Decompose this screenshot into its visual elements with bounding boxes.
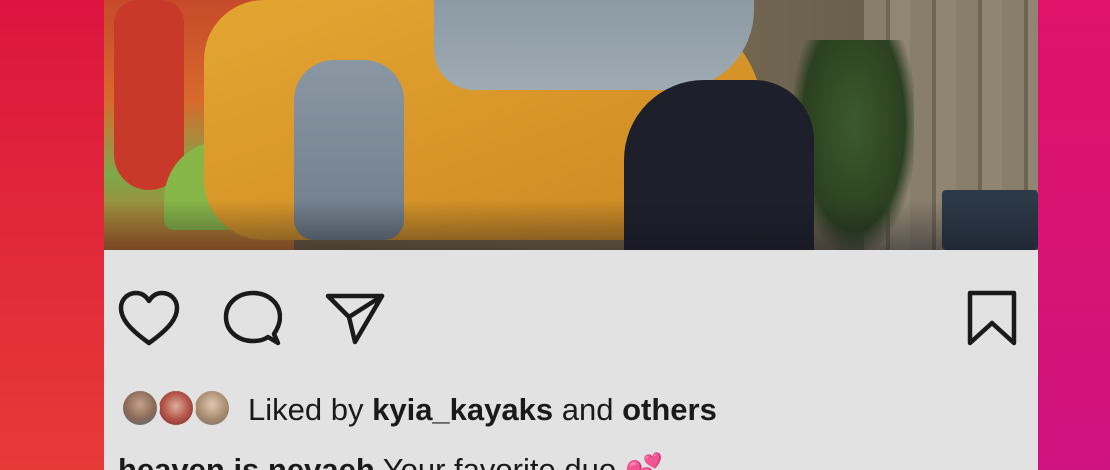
post-caption: heaven.is.nevaeh Your favorite duo 💕 — [118, 452, 663, 470]
liker-avatars[interactable] — [120, 386, 232, 430]
likes-summary: Liked by kyia_kayaks and others — [120, 386, 920, 430]
heart-icon[interactable] — [118, 290, 180, 348]
likes-prefix: Liked by — [248, 392, 364, 427]
caption-username-link[interactable]: heaven.is.nevaeh — [118, 452, 375, 470]
likes-joiner: and — [561, 392, 614, 427]
caption-emoji: 💕 — [624, 452, 664, 470]
liker-username-link[interactable]: kyia_kayaks — [372, 392, 553, 427]
photo-shadow — [104, 200, 1038, 250]
bookmark-icon[interactable] — [964, 290, 1020, 348]
caption-text: Your favorite duo — [382, 452, 617, 470]
photo-mural-petal — [114, 0, 184, 190]
background-gradient-left — [0, 0, 104, 470]
instagram-post-card: Liked by kyia_kayaks and others heaven.i… — [104, 0, 1038, 470]
photo-jeans — [434, 0, 754, 90]
paper-plane-icon[interactable] — [324, 290, 386, 348]
avatar — [156, 388, 196, 428]
likes-others-link[interactable]: others — [622, 392, 717, 427]
avatar — [120, 388, 160, 428]
background-gradient-right — [1038, 0, 1110, 470]
comment-bubble-icon[interactable] — [222, 290, 282, 348]
likes-text: Liked by kyia_kayaks and others — [248, 390, 717, 430]
avatar — [192, 388, 232, 428]
post-photo[interactable] — [104, 0, 1038, 250]
